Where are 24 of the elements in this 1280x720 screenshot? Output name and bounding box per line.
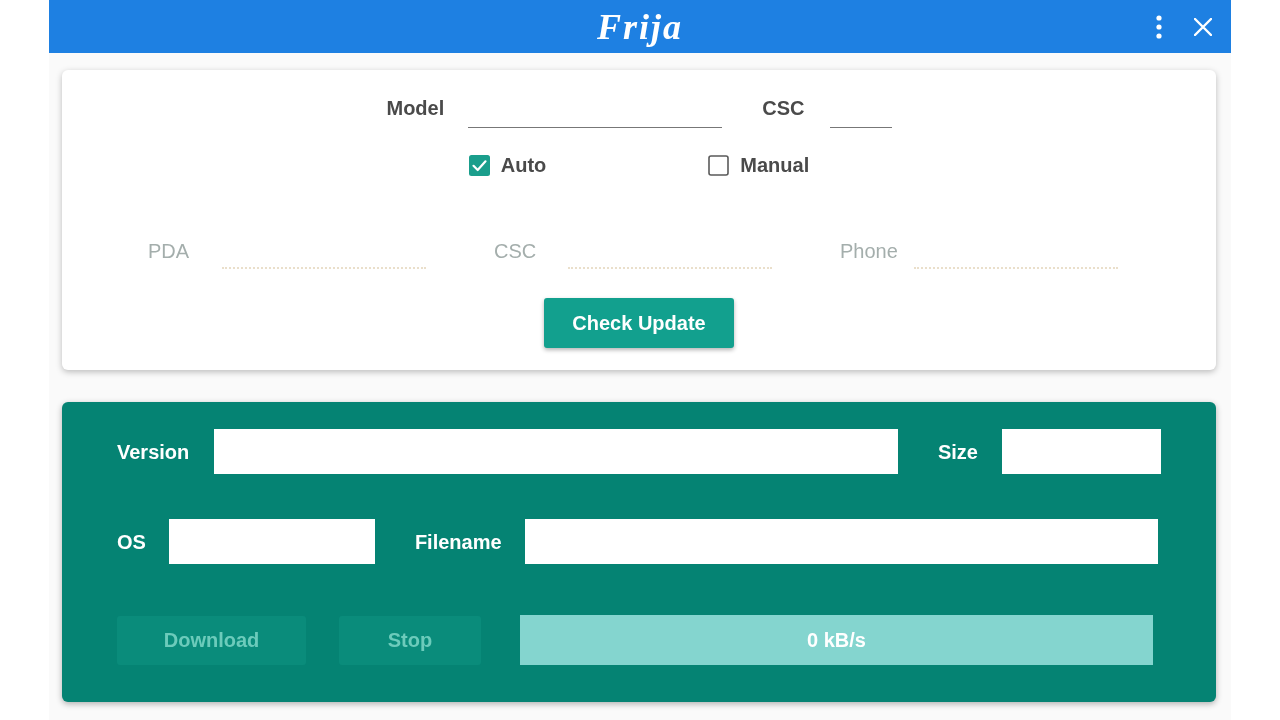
text-field[interactable]: [1002, 429, 1161, 474]
checkbox-label[interactable]: Auto: [500, 153, 547, 177]
field-label: CSC: [762, 96, 805, 120]
field-label: Size: [937, 439, 978, 464]
window-title: Frija: [597, 8, 683, 45]
checkbox[interactable]: [708, 154, 730, 176]
field-label: Model: [386, 96, 445, 120]
close-icon: [1194, 17, 1212, 36]
field-label: CSC: [494, 239, 537, 263]
field-label: PDA: [148, 239, 190, 263]
check-update-button[interactable]: Check Update: [544, 298, 734, 348]
menu-button[interactable]: [1156, 14, 1162, 39]
checkbox-label[interactable]: Manual: [740, 153, 810, 177]
field-label: OS: [117, 529, 146, 554]
progress-reading: 0 kB/s: [807, 628, 866, 652]
menu-icon: [1156, 14, 1162, 39]
close-button[interactable]: [1194, 17, 1212, 36]
checkbox[interactable]: [468, 154, 490, 176]
text-field[interactable]: [214, 429, 898, 474]
text-field[interactable]: [524, 519, 1158, 564]
field-label: Filename: [414, 529, 502, 554]
field-label: Phone: [840, 239, 898, 263]
field-label: Version: [117, 439, 190, 464]
text-field[interactable]: [168, 519, 375, 564]
